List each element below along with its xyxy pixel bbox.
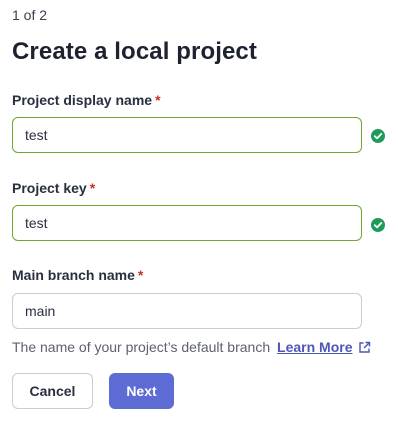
main-branch-label: Main branch name * [12,267,143,283]
required-marker: * [89,180,96,196]
required-marker: * [155,92,161,108]
project-key-label-text: Project key [12,180,87,196]
main-branch-help-text: The name of your project’s default branc… [12,339,271,355]
cancel-button[interactable]: Cancel [12,373,93,409]
project-key-input[interactable] [12,205,362,241]
project-key-label: Project key * [12,180,95,196]
page-title: Create a local project [12,38,257,65]
learn-more-label: Learn More [277,339,353,355]
main-branch-help: The name of your project’s default branc… [12,339,371,355]
display-name-label-text: Project display name [12,92,153,108]
learn-more-link[interactable]: Learn More [277,339,371,355]
valid-check-icon [371,129,385,143]
next-button[interactable]: Next [109,373,174,409]
main-branch-label-text: Main branch name [12,267,135,283]
main-branch-input[interactable] [12,293,362,329]
display-name-label: Project display name * [12,92,161,108]
display-name-input[interactable] [12,117,362,153]
valid-check-icon [371,218,385,232]
external-link-icon [359,341,371,353]
required-marker: * [137,267,144,283]
step-indicator: 1 of 2 [12,7,48,23]
